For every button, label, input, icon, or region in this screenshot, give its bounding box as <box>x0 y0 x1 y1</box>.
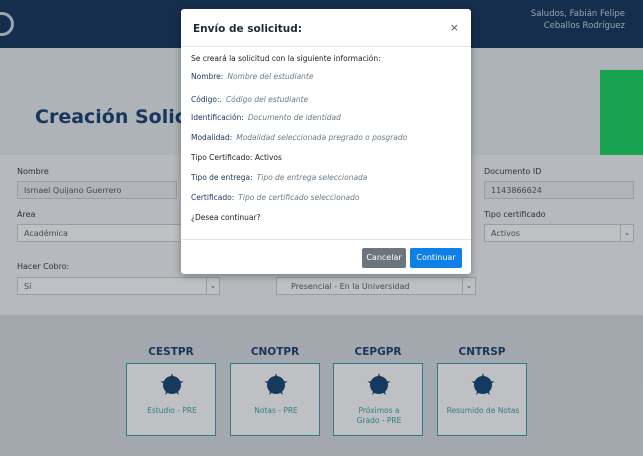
modal-intro: Se creará la solicitud con la siguiente … <box>191 54 381 63</box>
summary-codigo: Código:. Código del estudiante <box>191 95 308 104</box>
summary-codigo-key: Código:. <box>191 95 222 104</box>
modal-header-divider <box>181 46 471 47</box>
summary-nombre-value: Nombre del estudiante <box>227 72 314 81</box>
modal-question: ¿Desea continuar? <box>191 213 261 222</box>
modal-footer-divider <box>181 239 471 240</box>
summary-certificado: Certificado: Tipo de certificado seleccio… <box>191 193 359 202</box>
confirm-request-modal: Envío de solicitud: × Se creará la solic… <box>181 9 471 274</box>
summary-certificado-value: Tipo de certificado seleccionado <box>238 193 360 202</box>
summary-certificado-key: Certificado: <box>191 193 235 202</box>
summary-modalidad: Modalidad: Modalidad seleccionada pregrad… <box>191 133 407 142</box>
summary-entrega-value: Tipo de entrega seleccionada <box>256 173 368 182</box>
summary-modalidad-key: Modalidad: <box>191 133 233 142</box>
cancel-button[interactable]: Cancelar <box>362 248 406 268</box>
summary-codigo-value: Código del estudiante <box>225 95 309 104</box>
close-icon[interactable]: × <box>450 21 459 34</box>
summary-modalidad-value: Modalidad seleccionada pregrado o posgra… <box>236 133 408 142</box>
summary-tipo-certificado: Tipo Certificado: Activos <box>191 153 282 162</box>
summary-identificacion: Identificación: Documento de identidad <box>191 113 341 122</box>
continue-button[interactable]: Continuar <box>410 248 462 268</box>
summary-nombre-key: Nombre: <box>191 72 224 81</box>
modal-title: Envío de solicitud: <box>193 23 302 35</box>
summary-identificacion-key: Identificación: <box>191 113 244 122</box>
summary-entrega: Tipo de entrega: Tipo de entrega seleccio… <box>191 173 367 182</box>
summary-identificacion-value: Documento de identidad <box>247 113 341 122</box>
summary-nombre: Nombre: Nombre del estudiante <box>191 72 313 81</box>
summary-entrega-key: Tipo de entrega: <box>191 173 253 182</box>
